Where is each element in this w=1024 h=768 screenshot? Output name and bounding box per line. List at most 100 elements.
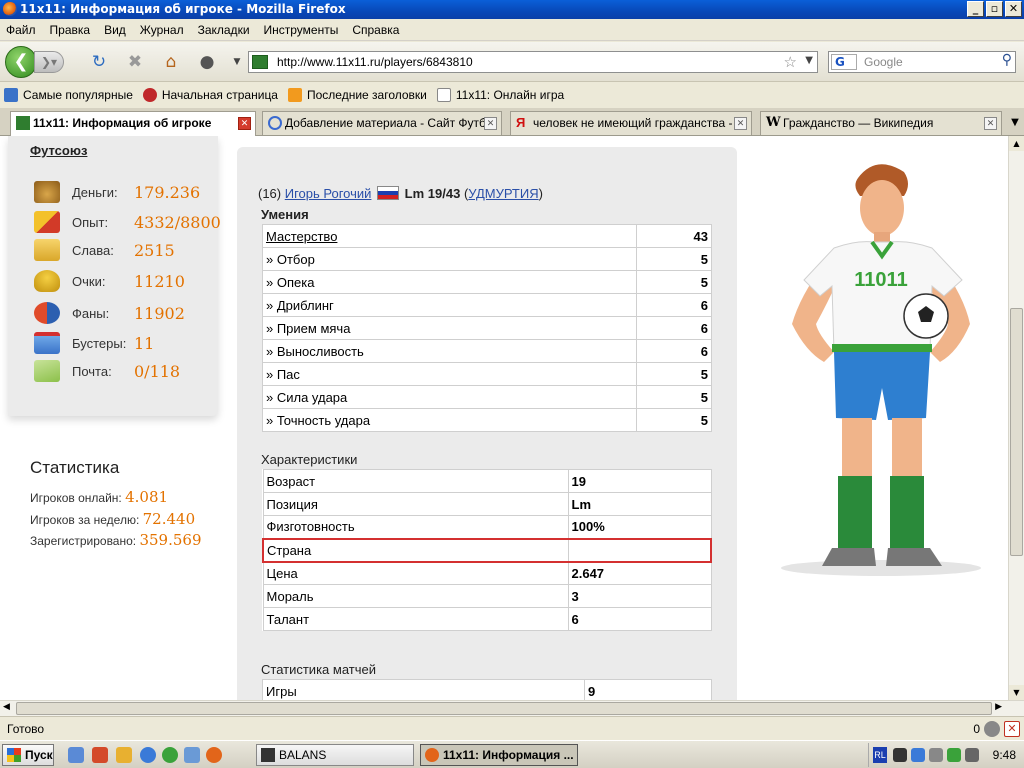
tray-icon[interactable] <box>893 748 907 762</box>
skill-label: » Дриблинг <box>262 293 637 317</box>
task-balans[interactable]: BALANS <box>256 744 414 766</box>
taskbar: Пуск BALANS 11x11: Информация ... RL 9:4… <box>0 740 1024 768</box>
scroll-down-icon[interactable]: ▼ <box>1009 685 1024 700</box>
scroll-thumb[interactable] <box>1010 308 1023 556</box>
table-row: Талант 6 <box>262 607 712 631</box>
task-firefox[interactable]: 11x11: Информация ... <box>420 744 578 766</box>
reload-icon[interactable]: ↻ <box>88 52 110 72</box>
search-bar[interactable]: G Google ⚲ <box>828 51 1016 73</box>
url-dropdown-icon[interactable]: ▼ <box>805 55 813 66</box>
menu-tools[interactable]: Инструменты <box>264 23 339 37</box>
quicklaunch-icon[interactable] <box>92 747 108 763</box>
menu-help[interactable]: Справка <box>352 23 399 37</box>
bookmark-popular[interactable]: Самые популярные <box>4 88 133 102</box>
close-tab-icon[interactable]: ✕ <box>238 117 251 130</box>
forward-button[interactable]: ❯▾ <box>34 51 64 73</box>
player-illustration: 11011 <box>781 164 981 576</box>
bookmark-latest-headlines[interactable]: Последние заголовки <box>287 88 427 102</box>
volume-icon[interactable] <box>965 748 979 762</box>
close-tab-icon[interactable]: ✕ <box>984 117 997 130</box>
scroll-right-icon[interactable]: ▶ <box>995 702 1002 712</box>
language-indicator[interactable]: RL <box>873 747 887 763</box>
menu-file[interactable]: Файл <box>6 23 36 37</box>
site-favicon-icon <box>16 116 30 130</box>
player-name-link[interactable]: Игорь Рогочий <box>285 186 372 201</box>
windows-logo-icon <box>7 748 21 762</box>
quicklaunch-icon[interactable] <box>68 747 84 763</box>
quicklaunch-icon[interactable] <box>116 747 132 763</box>
horizontal-scrollbar[interactable]: ◀ ▶ <box>0 700 1024 716</box>
skill-value: 5 <box>636 247 712 271</box>
tab-yandex-search[interactable]: Я человек не имеющий гражданства - ... ✕ <box>510 111 752 135</box>
ie-icon[interactable] <box>140 747 156 763</box>
table-row: Игры 9 <box>262 679 712 700</box>
search-input[interactable]: Google <box>864 55 903 69</box>
back-button[interactable]: ❮ <box>5 46 37 78</box>
skill-label: » Выносливость <box>262 339 637 363</box>
region-link[interactable]: УДМУРТИЯ <box>468 186 538 201</box>
match-stats-table: Игры 9 <box>262 679 712 700</box>
resource-mail: Почта: 0/118 <box>34 357 224 385</box>
start-button[interactable]: Пуск <box>2 744 54 766</box>
money-bag-icon <box>34 181 60 203</box>
error-icon[interactable]: ✕ <box>1004 721 1020 737</box>
vertical-scrollbar[interactable]: ▲ ▼ <box>1008 136 1024 700</box>
bookmark-start-page[interactable]: Начальная страница <box>142 88 278 102</box>
table-row: » Отбор 5 <box>262 247 712 271</box>
stop-icon[interactable]: ✖ <box>124 52 146 72</box>
skill-label[interactable]: Мастерство <box>262 224 637 248</box>
bookmark-star-icon[interactable]: ☆ <box>784 53 797 71</box>
home-page-icon <box>142 88 157 102</box>
tray-icon[interactable] <box>911 748 925 762</box>
menu-history[interactable]: Журнал <box>140 23 184 37</box>
tray-icon[interactable] <box>929 748 943 762</box>
characteristics-title: Характеристики <box>261 452 358 467</box>
system-tray: RL 9:48 <box>868 743 1024 767</box>
skills-title: Умения <box>261 207 309 222</box>
menu-edit[interactable]: Правка <box>50 23 91 37</box>
futsoyuz-link[interactable]: Футсоюз <box>30 143 87 158</box>
url-text[interactable]: http://www.11x11.ru/players/6843810 <box>277 55 473 69</box>
skill-label: » Отбор <box>262 247 637 271</box>
tab-player-info[interactable]: 11x11: Информация об игроке ✕ <box>10 111 256 136</box>
home-icon[interactable]: ⌂ <box>160 52 182 72</box>
close-button[interactable]: ✕ <box>1005 1 1022 17</box>
scroll-up-icon[interactable]: ▲ <box>1009 136 1024 151</box>
wikipedia-icon: W <box>766 115 781 130</box>
url-bar[interactable]: http://www.11x11.ru/players/6843810 ☆ ▼ <box>248 51 818 73</box>
yandex-icon: Я <box>516 115 526 130</box>
resource-fame: Слава: 2515 <box>34 236 224 264</box>
activity-icon[interactable] <box>984 721 1000 737</box>
close-tab-icon[interactable]: ✕ <box>734 117 747 130</box>
menu-view[interactable]: Вид <box>104 23 126 37</box>
search-engine-icon[interactable]: G <box>831 54 857 70</box>
fans-icon <box>34 302 60 324</box>
tray-icon[interactable] <box>947 748 961 762</box>
navigation-toolbar: ❮ ❯▾ ↻ ✖ ⌂ ● ▼ http://www.11x11.ru/playe… <box>0 42 1024 82</box>
table-row: » Опека 5 <box>262 270 712 294</box>
quicklaunch-icon[interactable] <box>184 747 200 763</box>
bookmark-11x11[interactable]: 11x11: Онлайн игра <box>436 88 564 102</box>
experience-box-icon <box>34 211 60 233</box>
skill-value: 5 <box>636 408 712 432</box>
dropdown-arrow-icon[interactable]: ▼ <box>226 52 248 72</box>
maximize-button[interactable]: ▫ <box>986 1 1003 17</box>
tab-list-icon[interactable]: ▼ <box>1006 111 1024 135</box>
table-row: Цена 2.647 <box>262 561 712 585</box>
skill-label: » Точность удара <box>262 408 637 432</box>
scroll-left-icon[interactable]: ◀ <box>3 702 10 712</box>
firefox-icon[interactable] <box>206 747 222 763</box>
skill-label: » Пас <box>262 362 637 386</box>
close-tab-icon[interactable]: ✕ <box>484 117 497 130</box>
addon-icon[interactable]: ● <box>196 52 218 72</box>
mail-icon[interactable] <box>34 360 60 382</box>
tab-add-material[interactable]: Добавление материала - Сайт Футб... ✕ <box>262 111 502 135</box>
page-icon <box>436 88 451 102</box>
tab-wikipedia[interactable]: W Гражданство — Википедия ✕ <box>760 111 1002 135</box>
search-icon[interactable]: ⚲ <box>1002 52 1012 68</box>
menu-bookmarks[interactable]: Закладки <box>198 23 250 37</box>
skill-value: 5 <box>636 270 712 294</box>
scroll-thumb[interactable] <box>16 702 992 715</box>
minimize-button[interactable]: _ <box>967 1 984 17</box>
media-player-icon[interactable] <box>162 747 178 763</box>
